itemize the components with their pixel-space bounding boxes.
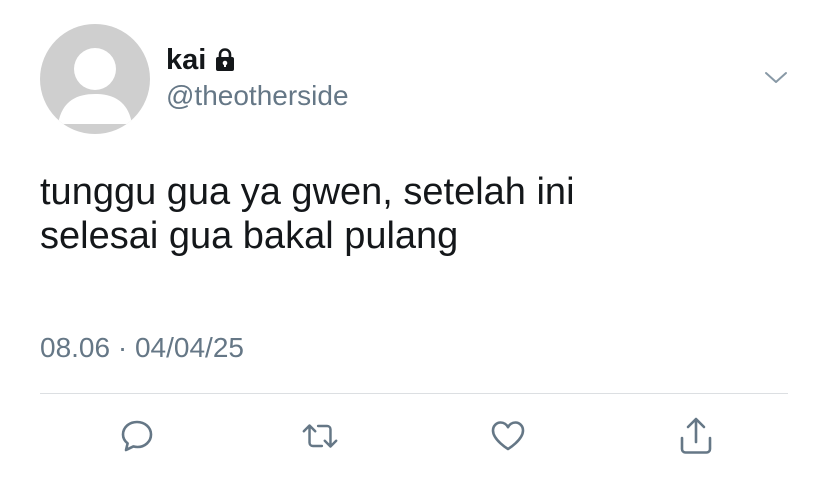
retweet-icon [302,424,338,448]
like-icon [491,421,525,451]
tweet-text: tunggu gua ya gwen, setelah ini selesai … [40,170,780,258]
tweet-text-line: selesai gua bakal pulang [40,215,459,257]
lock-icon [216,48,235,71]
share-icon [680,417,712,454]
reply-icon [121,420,153,452]
author-handle[interactable]: @theotherside [166,80,349,112]
chevron-down-icon[interactable] [764,68,788,86]
share-button[interactable] [676,414,716,458]
default-avatar-icon [58,48,132,124]
display-name[interactable]: kai [166,44,206,77]
divider [40,393,788,394]
tweet-time: 08.06 [40,332,111,363]
like-button[interactable] [488,414,528,458]
retweet-button[interactable] [300,414,340,458]
tweet-text-line: tunggu gua ya gwen, setelah ini [40,171,575,213]
reply-button[interactable] [117,414,157,458]
author-name-row: kai [166,40,236,80]
tweet-date: 04/04/25 [134,332,244,363]
tweet-timestamp[interactable]: 08.06 · 04/04/25 [40,332,244,364]
meta-separator: · [110,332,135,363]
avatar[interactable] [40,24,150,134]
action-bar [0,414,828,460]
